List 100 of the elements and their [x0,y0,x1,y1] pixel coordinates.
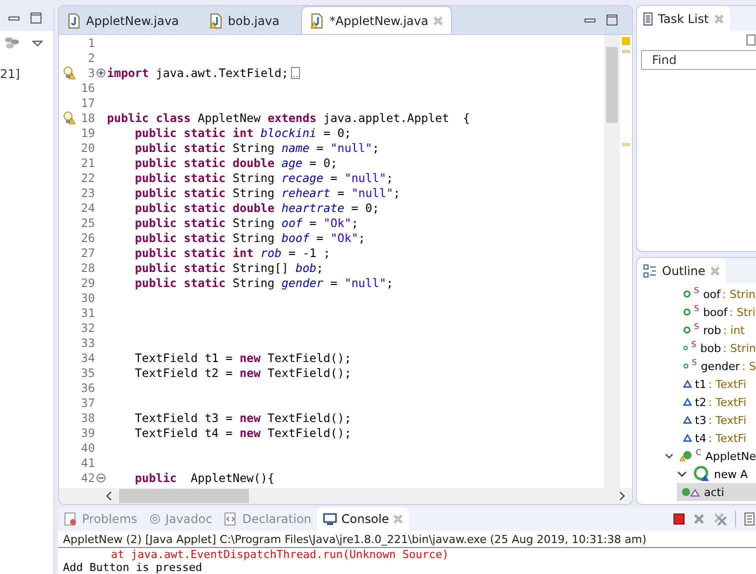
outline-item[interactable]: S gender : S [637,357,756,375]
chevron-icon[interactable] [677,470,687,478]
close-icon[interactable] [433,16,444,26]
code-line: public static String recage = "null"; [134,170,394,184]
java-file-icon [208,12,223,28]
line-number: 28 [80,260,95,274]
outline-item[interactable]: new A [637,465,756,483]
scroll-thumb[interactable] [119,489,249,503]
collapse-fold-icon[interactable] [96,472,106,482]
triangle-icon [683,398,692,406]
expand-fold-icon[interactable] [96,68,106,78]
line-number: 39 [80,426,95,440]
view-tab[interactable]: Console [317,507,410,531]
outline-item[interactable]: C AppletNe [637,447,756,465]
line-number: 42 [80,470,95,484]
outline-item[interactable]: t2 : TextFi [637,393,756,411]
line-number: 3 [87,66,95,80]
line-number: 40 [80,440,95,454]
scroll-left-icon[interactable] [105,491,113,501]
editor-tab[interactable]: bob.java [200,7,288,34]
line-number: 25 [80,216,95,230]
line-number: 30 [80,290,95,304]
line-number: 18 [80,110,95,124]
remove-all-icon[interactable] [713,512,727,526]
warning-bulb-icon[interactable] [62,110,76,124]
horizontal-scrollbar[interactable] [59,488,632,504]
close-icon[interactable] [393,514,404,524]
code-line: public static String name = "null"; [134,140,380,154]
view-tab[interactable]: Task List [637,6,730,31]
line-number: 16 [80,80,95,94]
warning-marker[interactable] [622,50,630,53]
warning-bulb-icon[interactable] [62,66,76,80]
scroll-thumb[interactable] [606,47,618,123]
java-file-icon [310,12,324,28]
code-line: public static String gender = "null"; [134,276,394,290]
triangle-icon [683,380,692,388]
code-line: public static double age = 0; [134,156,338,170]
close-icon[interactable] [714,14,724,24]
line-number: 22 [80,170,95,184]
editor-tab[interactable]: *AppletNew.java [301,6,452,34]
field-circle-icon [683,362,689,370]
line-number: 24 [80,200,95,214]
outline-item[interactable]: acti [677,483,756,501]
stop-icon[interactable] [673,513,685,525]
code-line: public static double heartrate = 0; [134,200,380,214]
line-number: 27 [80,246,95,260]
triangle-icon [683,434,692,442]
line-number: 36 [80,380,95,394]
line-number: 41 [80,456,95,470]
code-line: TextField t2 = new TextField(); [134,366,352,380]
line-number: 29 [80,276,95,290]
scroll-right-icon[interactable] [618,491,626,501]
field-circle-icon [683,308,691,316]
line-number: 37 [80,396,95,410]
outline-item[interactable]: S bob : Strin [637,339,756,357]
line-number: 38 [80,410,95,424]
line-number: 26 [80,230,95,244]
chevron-icon[interactable] [665,452,674,460]
database-icon[interactable] [4,36,20,50]
warning-summary-marker[interactable] [622,37,630,45]
outline-item[interactable]: S oof : Strin [637,285,756,303]
outline-item[interactable]: t4 : TextFi [637,429,756,447]
code-line: public static int blockini = 0; [134,126,352,140]
field-circle-icon [683,326,691,334]
line-number: 19 [80,126,95,140]
maximize-icon[interactable] [30,12,42,24]
folded-code-icon[interactable] [290,66,300,78]
code-line: public class AppletNew extends java.applet.Applet { [107,110,470,124]
code-line: TextField t4 = new TextField(); [134,426,352,440]
field-circle-icon [683,344,688,352]
line-number: 34 [80,350,95,364]
remove-icon[interactable] [693,513,705,525]
code-line: TextField t1 = new TextField(); [134,350,352,364]
code-line: public static String[] bob; [134,260,324,274]
dropdown-icon[interactable] [32,40,43,46]
problems-icon [64,512,78,526]
triangle-icon [683,416,692,424]
line-number: 21 [80,156,95,170]
view-tab[interactable]: Outline [637,258,726,283]
outline-item[interactable]: S boof : Stri [637,303,756,321]
find-field[interactable]: Find [641,50,756,70]
maximize-icon[interactable] [606,14,618,26]
outline-icon [643,264,657,278]
close-icon[interactable] [710,266,720,276]
warning-marker[interactable] [622,143,630,146]
line-number: 31 [80,306,95,320]
console-line: Add Button is pressed [62,561,204,574]
code-line: public static String boof = "Ok"; [134,230,366,244]
vertical-scrollbar[interactable] [604,35,620,488]
editor-tab[interactable]: AppletNew.java [59,7,187,34]
outline-item[interactable]: t3 : TextFi [637,411,756,429]
console-line: at java.awt.EventDispatchThread.run(Unknown Source) [110,548,450,561]
line-number: 33 [80,336,95,350]
class-icon [679,449,693,463]
document-icon[interactable] [744,512,756,526]
outline-item[interactable]: t1 : TextFi [637,375,756,393]
code-line: import java.awt.TextField; [107,66,288,80]
code-line: TextField t3 = new TextField(); [134,410,352,424]
line-number: 23 [80,186,95,200]
outline-item[interactable]: S rob : int [637,321,756,339]
